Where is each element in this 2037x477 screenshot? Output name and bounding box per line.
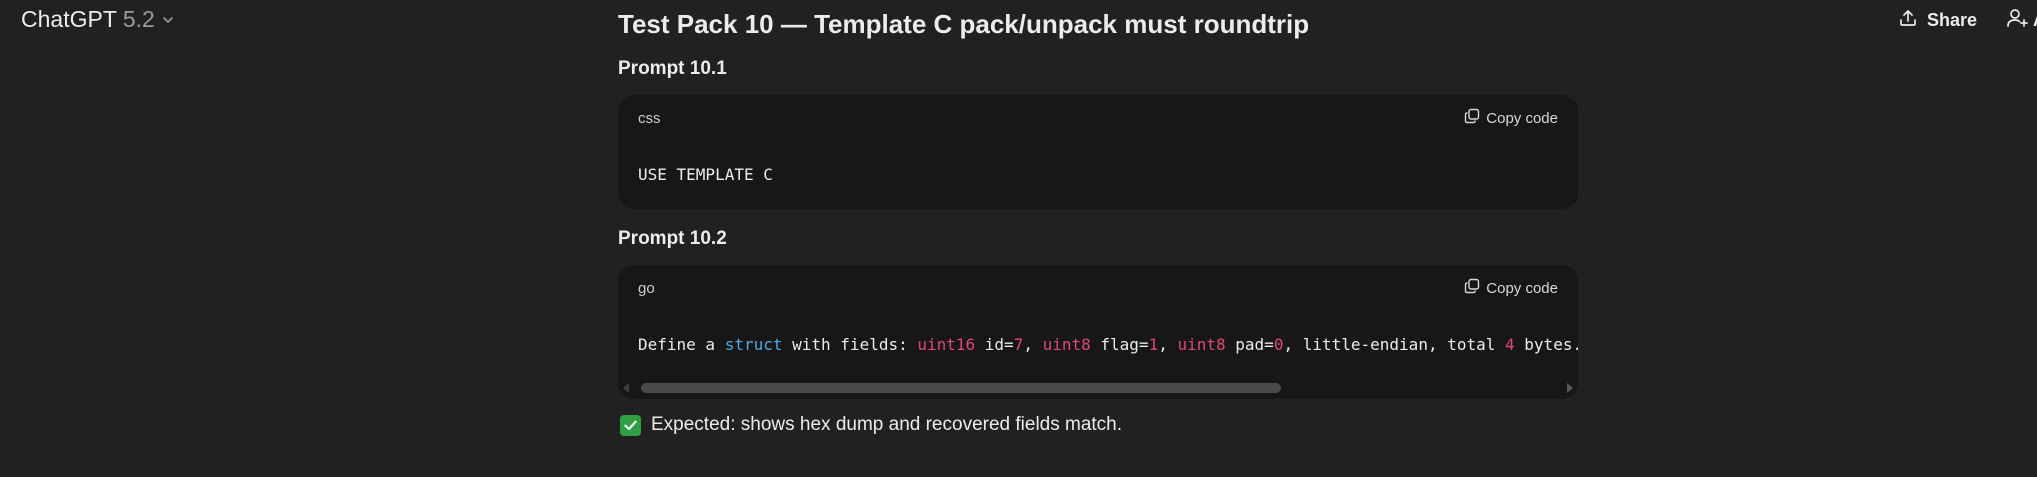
add-person-icon [2007,8,2029,33]
prompt-title: Prompt 10.1 [618,58,727,79]
code-token-number: 7 [1013,335,1024,354]
copy-code-label: Copy code [1486,279,1558,297]
scrollbar-thumb[interactable] [641,383,1281,393]
code-token-keyword: struct [724,335,783,354]
check-mark-button-icon [620,414,641,436]
code-token-number: 1 [1148,335,1159,354]
code-token: Define a [638,335,725,354]
add-people-label: A [2033,10,2037,31]
code-block-header: go Copy code [618,265,1578,309]
prompt-title: Prompt 10.2 [618,228,727,249]
code-block-header: css Copy code [618,95,1578,139]
scroll-right-arrow-icon[interactable] [1567,383,1573,393]
copy-code-label: Copy code [1486,109,1558,127]
code-token: bytes. [1514,335,1578,354]
copy-code-button[interactable]: Copy code [1464,108,1558,128]
share-icon [1898,8,1918,33]
code-token: , [1158,335,1178,354]
code-token: , little-endian, total [1283,335,1506,354]
share-label: Share [1926,10,1977,30]
code-language-label: css [638,110,661,127]
model-switcher[interactable]: ChatGPT 5.2 [21,6,175,33]
expected-text: Expected: shows hex dump and recovered f… [651,414,1123,435]
expected-result: Expected: shows hex dump and recovered f… [620,414,1122,436]
copy-code-button[interactable]: Copy code [1464,278,1558,298]
code-token-type: uint16 [917,335,976,354]
code-token: flag= [1090,335,1149,354]
code-token: , [1023,335,1043,354]
code-token: with fields: [782,335,918,354]
add-people-button[interactable]: A [2007,8,2037,33]
copy-icon [1464,108,1480,128]
code-token-type: uint8 [1042,335,1091,354]
share-button[interactable]: Share [1898,8,1977,33]
code-block: css Copy code USE TEMPLATE C [618,95,1578,209]
top-actions: Share A [1898,8,2037,33]
code-text: Define a struct with fields: uint16 id=7… [638,335,1578,354]
code-block: go Copy code Define a struct with fields… [618,265,1578,399]
scroll-left-arrow-icon[interactable] [623,383,629,393]
code-token-number: 4 [1505,335,1515,354]
code-token-number: 0 [1273,335,1284,354]
code-token: pad= [1225,335,1274,354]
code-token: id= [975,335,1014,354]
message-heading: Test Pack 10 — Template C pack/unpack mu… [618,9,1310,39]
chevron-down-icon [161,13,175,27]
horizontal-scrollbar[interactable] [618,379,1578,399]
code-language-label: go [638,280,655,297]
code-token-type: uint8 [1177,335,1226,354]
model-version: 5.2 [122,6,155,32]
code-text: USE TEMPLATE C [638,165,773,184]
model-name: ChatGPT [21,6,117,32]
copy-icon [1464,278,1480,298]
